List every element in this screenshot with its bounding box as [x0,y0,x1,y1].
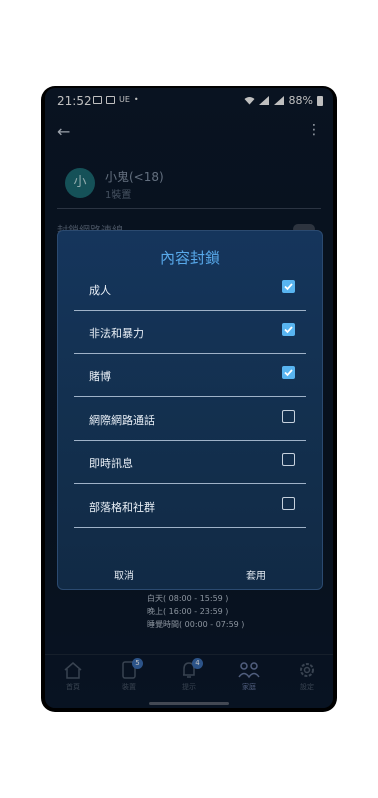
screen: 21:52 UE • 88% ← ⋮ 小 小鬼(<18) 1裝置 封鎖網路連線 … [45,88,333,708]
option-blogs-social[interactable]: 部落格和社群 [74,484,306,528]
option-label: 賭博 [89,370,111,383]
phone-frame: 21:52 UE • 88% ← ⋮ 小 小鬼(<18) 1裝置 封鎖網路連線 … [41,86,337,712]
option-gambling[interactable]: 賭博 [74,353,306,397]
content-block-dialog: 內容封鎖 成人 非法和暴力 賭博 網際網路通話 即時訊息 部落格和社群 取消 套… [57,230,323,590]
apply-button[interactable]: 套用 [246,567,266,582]
option-adult[interactable]: 成人 [74,267,306,311]
option-label: 非法和暴力 [89,327,144,340]
option-label: 即時訊息 [89,457,133,470]
option-illegal-violence[interactable]: 非法和暴力 [74,310,306,354]
option-label: 部落格和社群 [89,501,155,514]
option-internet-calls[interactable]: 網際網路通話 [74,397,306,441]
option-label: 網際網路通話 [89,414,155,427]
option-instant-messaging[interactable]: 即時訊息 [74,440,306,484]
checkbox-checked[interactable] [282,323,295,336]
option-label: 成人 [89,284,111,297]
cancel-button[interactable]: 取消 [114,567,134,582]
checkbox-unchecked[interactable] [282,497,295,510]
checkbox-unchecked[interactable] [282,453,295,466]
checkbox-unchecked[interactable] [282,410,295,423]
dialog-title: 內容封鎖 [159,249,220,267]
checkbox-checked[interactable] [282,280,295,293]
checkbox-checked[interactable] [282,366,295,379]
